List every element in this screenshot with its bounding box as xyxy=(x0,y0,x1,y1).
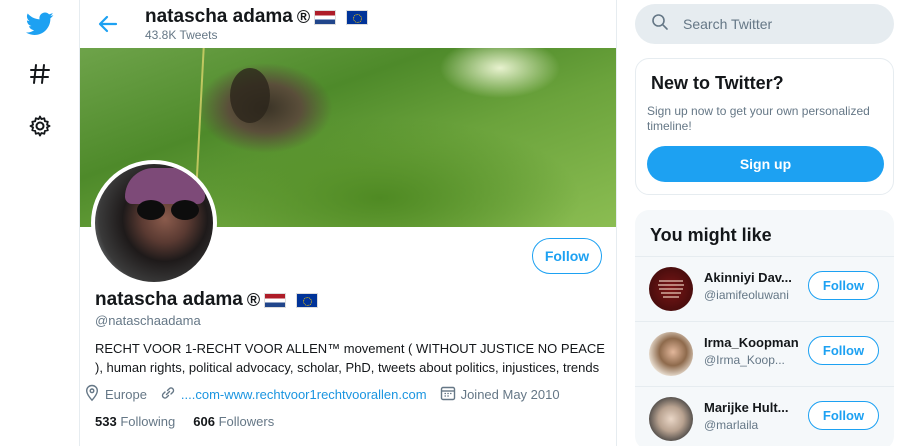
suggestion-avatar[interactable] xyxy=(649,332,693,376)
registered-mark: ® xyxy=(246,289,261,310)
back-arrow-icon[interactable] xyxy=(94,10,122,38)
suggestion-item[interactable]: Akinniyi Dav... @iamifeoluwani Follow xyxy=(635,256,894,320)
profile-name: natascha adama ® xyxy=(95,289,319,311)
suggestion-item[interactable]: Irma_Koopman @Irma_Koop... Follow xyxy=(635,321,894,385)
registered-mark: ® xyxy=(296,6,311,27)
profile-display-name: natascha adama xyxy=(95,289,243,310)
sign-up-button[interactable]: Sign up xyxy=(647,146,884,182)
joined-text: Joined May 2010 xyxy=(460,387,560,402)
suggestion-avatar[interactable] xyxy=(649,267,693,311)
suggestion-name: Akinniyi Dav... xyxy=(704,270,792,285)
suggestion-handle: @marlaila xyxy=(704,418,759,432)
suggestion-follow-button[interactable]: Follow xyxy=(808,271,879,300)
banner-dog xyxy=(230,68,270,123)
header-name: natascha adama xyxy=(145,6,293,27)
you-might-like-title: You might like xyxy=(650,225,772,245)
suggestion-follow-button[interactable]: Follow xyxy=(808,336,879,365)
suggestion-follow-button[interactable]: Follow xyxy=(808,401,879,430)
netherlands-flag-icon xyxy=(264,292,287,308)
following-label: Following xyxy=(120,414,176,429)
calendar-icon xyxy=(439,384,457,405)
new-to-twitter-card: New to Twitter? Sign up now to get your … xyxy=(635,58,894,195)
followers-count: 606 xyxy=(193,414,215,429)
eu-flag-icon xyxy=(296,292,319,308)
suggestion-handle: @iamifeoluwani xyxy=(704,288,789,302)
profile-handle: @nataschaadama xyxy=(95,313,201,328)
twitter-bird-icon[interactable] xyxy=(24,8,56,40)
gear-icon[interactable] xyxy=(24,110,56,142)
hashtag-icon[interactable] xyxy=(24,58,56,90)
you-might-like-card: You might like Akinniyi Dav... @iamifeol… xyxy=(635,210,894,446)
avatar-glasses xyxy=(137,200,201,220)
joined-item: Joined May 2010 xyxy=(439,384,560,405)
follow-button[interactable]: Follow xyxy=(532,238,602,274)
search-input[interactable] xyxy=(683,16,873,32)
suggestion-item[interactable]: Marijke Hult... @marlaila Follow xyxy=(635,386,894,446)
profile-avatar[interactable] xyxy=(91,160,217,286)
suggestion-name: Marijke Hult... xyxy=(704,400,789,415)
new-to-twitter-title: New to Twitter? xyxy=(651,73,784,93)
followers-label: Followers xyxy=(218,414,275,429)
suggestion-handle: @Irma_Koop... xyxy=(704,353,785,367)
eu-flag-icon xyxy=(346,9,369,25)
profile-header-bar: natascha adama ® 43.8K Tweets xyxy=(80,0,616,48)
location-pin-icon xyxy=(83,384,101,405)
netherlands-flag-icon xyxy=(314,9,337,25)
suggestion-name: Irma_Koopman xyxy=(704,335,799,350)
profile-column: natascha adama ® 43.8K Tweets Follow nata… xyxy=(80,0,617,446)
profile-meta: Europe ....com-www.rechtvoor1rechtvooral… xyxy=(83,384,572,405)
header-title: natascha adama ® xyxy=(145,6,369,28)
following-link[interactable]: 533 Following xyxy=(95,414,175,429)
new-to-twitter-text: Sign up now to get your own personalized… xyxy=(647,104,870,133)
website-link[interactable]: ....com-www.rechtvoor1rechtvoorallen.com xyxy=(181,387,427,402)
location-text: Europe xyxy=(105,387,147,402)
website-item: ....com-www.rechtvoor1rechtvoorallen.com xyxy=(159,384,427,405)
avatar-hat xyxy=(125,168,205,204)
suggestion-avatar[interactable] xyxy=(649,397,693,441)
link-icon xyxy=(159,384,177,405)
following-count: 533 xyxy=(95,414,117,429)
search-icon xyxy=(651,13,669,36)
search-bar[interactable] xyxy=(635,4,894,44)
profile-stats: 533 Following 606 Followers xyxy=(95,414,274,429)
location-item: Europe xyxy=(83,384,147,405)
profile-bio: RECHT VOOR 1-RECHT VOOR ALLEN™ movement … xyxy=(95,341,605,375)
left-nav xyxy=(0,0,80,446)
right-sidebar: New to Twitter? Sign up now to get your … xyxy=(635,0,894,446)
followers-link[interactable]: 606 Followers xyxy=(193,414,274,429)
tweets-count: 43.8K Tweets xyxy=(145,28,218,42)
